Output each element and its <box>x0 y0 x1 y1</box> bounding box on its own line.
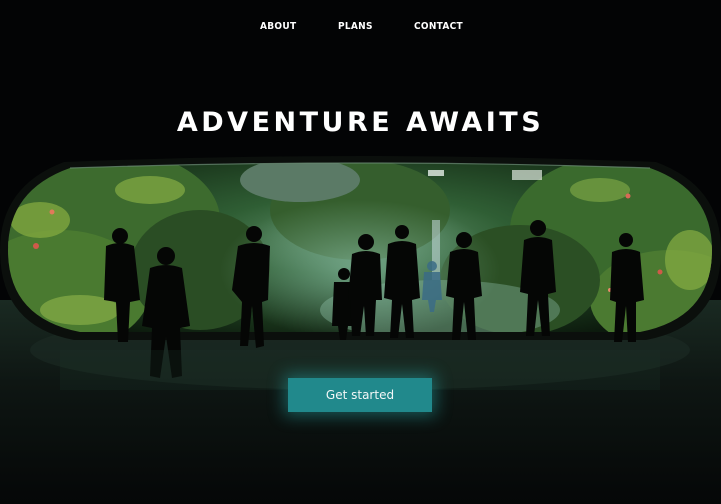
landing-page: ABOUT PLANS CONTACT ADVENTURE AWAITS Get… <box>0 0 721 504</box>
get-started-button[interactable]: Get started <box>288 378 432 412</box>
hero-title: ADVENTURE AWAITS <box>176 107 545 138</box>
aquarium-silhouettes-image <box>0 150 721 504</box>
nav-plans-link[interactable]: PLANS <box>338 20 373 34</box>
nav-about-link[interactable]: ABOUT <box>260 20 296 34</box>
nav-contact-link[interactable]: CONTACT <box>414 20 463 34</box>
top-nav: ABOUT PLANS CONTACT <box>0 20 721 34</box>
